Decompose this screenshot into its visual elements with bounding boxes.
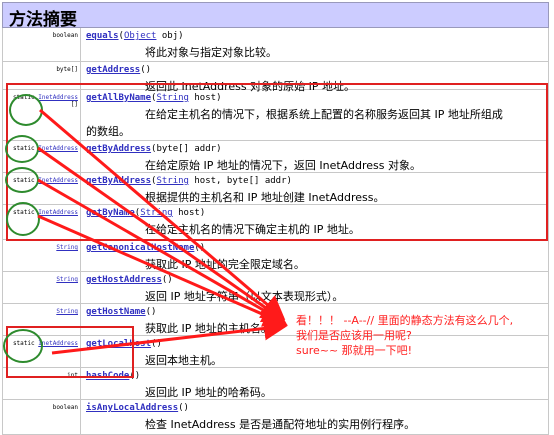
- annotation-line-2: 我们是否应该用一用呢?: [296, 329, 412, 342]
- arrow: [37, 178, 287, 324]
- annotation-text: 看！！！ --A--// 里面的静态方法有这么几个, 我们是否应该用一用呢? s…: [296, 313, 513, 358]
- arrow: [51, 316, 288, 355]
- arrow: [39, 108, 286, 320]
- annotation-line-1: 看！！！ --A--// 里面的静态方法有这么几个,: [296, 314, 514, 327]
- arrow: [37, 146, 286, 322]
- javadoc-page: 方法摘要 boolean equals(Object obj) 将此对象与指定对象比…: [0, 0, 554, 435]
- annotation-line-3: sure~~ 那就用一下吧!: [296, 344, 413, 357]
- annotation-arrows: [37, 108, 288, 355]
- arrow: [37, 214, 288, 327]
